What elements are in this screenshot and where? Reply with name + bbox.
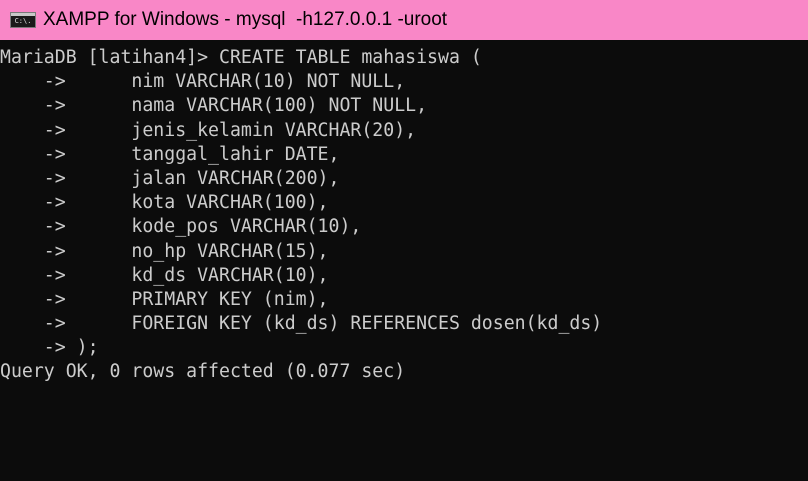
console-icon: C:\. bbox=[10, 12, 36, 28]
console-line: -> kd_ds VARCHAR(10), bbox=[0, 264, 329, 286]
console-line: -> FOREIGN KEY (kd_ds) REFERENCES dosen(… bbox=[0, 313, 603, 335]
console-line: -> jenis_kelamin VARCHAR(20), bbox=[0, 119, 417, 141]
console-line: -> no_hp VARCHAR(15), bbox=[0, 240, 329, 262]
console-output[interactable]: MariaDB [latihan4]> CREATE TABLE mahasis… bbox=[0, 46, 808, 481]
console-line: Query OK, 0 rows affected (0.077 sec) bbox=[0, 361, 406, 383]
console-line: -> ); bbox=[0, 337, 99, 359]
console-line: -> nama VARCHAR(100) NOT NULL, bbox=[0, 95, 428, 117]
console-line: -> jalan VARCHAR(200), bbox=[0, 167, 340, 189]
console-line: MariaDB [latihan4]> CREATE TABLE mahasis… bbox=[0, 47, 482, 68]
terminal-window: C:\. XAMPP for Windows - mysql -h127.0.0… bbox=[0, 0, 808, 481]
console-line: -> tanggal_lahir DATE, bbox=[0, 143, 340, 165]
console-line: -> kode_pos VARCHAR(10), bbox=[0, 216, 362, 238]
title-bar[interactable]: C:\. XAMPP for Windows - mysql -h127.0.0… bbox=[0, 0, 808, 40]
console-icon-label: C:\. bbox=[14, 17, 32, 25]
console-line: -> PRIMARY KEY (nim), bbox=[0, 288, 329, 310]
window-title: XAMPP for Windows - mysql -h127.0.0.1 -u… bbox=[43, 9, 448, 30]
console-line: -> kota VARCHAR(100), bbox=[0, 192, 329, 214]
console-line: -> nim VARCHAR(10) NOT NULL, bbox=[0, 71, 406, 93]
